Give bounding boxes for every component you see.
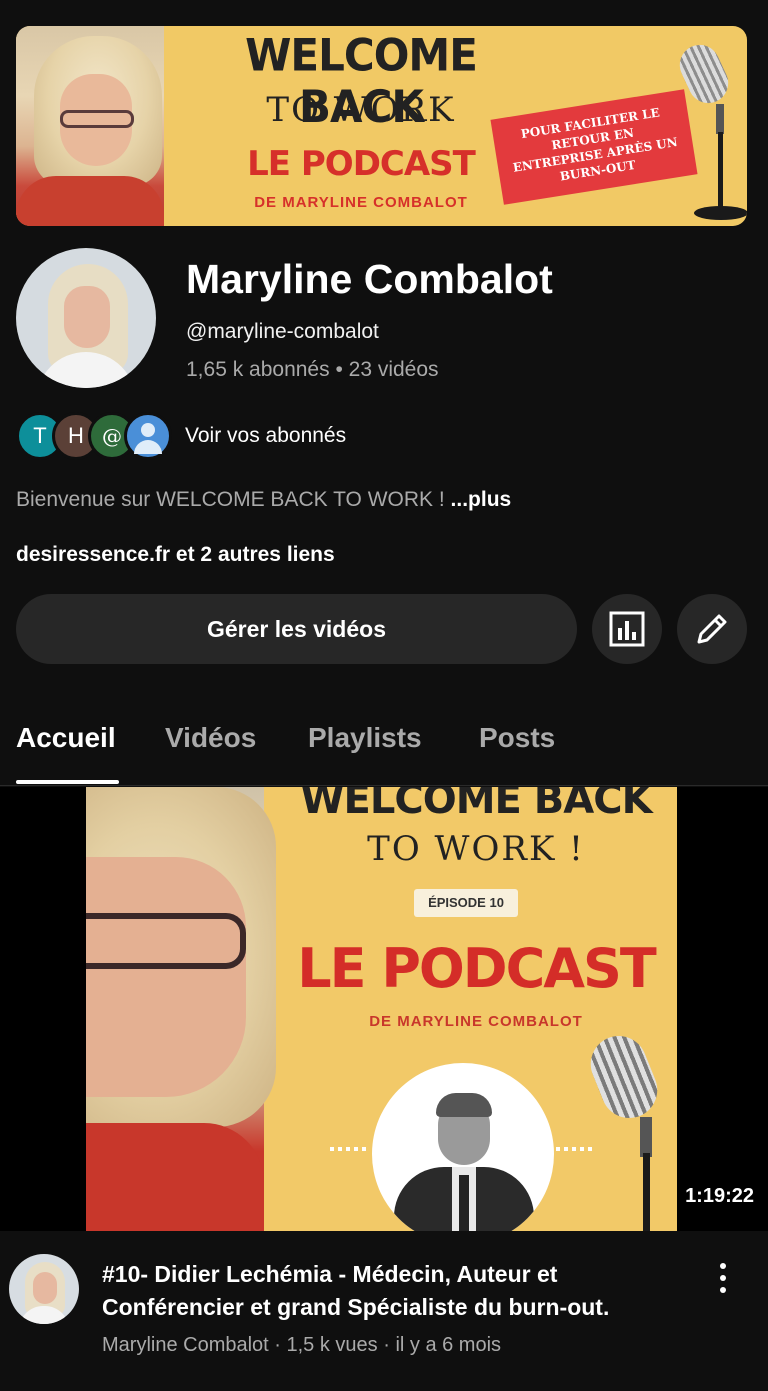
thumbnail-title: WELCOME BACK (300, 787, 652, 823)
channel-links[interactable]: desiressence.fr et 2 autres liens (16, 543, 335, 567)
channel-description[interactable]: Bienvenue sur WELCOME BACK TO WORK ! ...… (16, 488, 511, 512)
tab-accueil[interactable]: Accueil (16, 722, 116, 754)
guest-photo (372, 1063, 554, 1231)
banner-subtitle: TO WORK (266, 90, 456, 130)
video-channel-avatar[interactable] (9, 1254, 79, 1324)
tab-playlists[interactable]: Playlists (308, 722, 422, 754)
view-subscribers-row[interactable]: T H @ Voir vos abonnés (16, 412, 416, 460)
bar-chart-icon (609, 611, 645, 647)
channel-stats: 1,65 k abonnés • 23 vidéos (186, 358, 439, 381)
thumbnail-author: DE MARYLINE COMBALOT (369, 1013, 583, 1030)
description-text: Bienvenue sur WELCOME BACK TO WORK ! (16, 488, 451, 511)
decorative-dots (330, 1147, 370, 1151)
video-meta: Maryline Combalot · 1,5 k vues · il y a … (102, 1334, 502, 1356)
channel-handle: @maryline-combalot (186, 320, 379, 343)
manage-videos-button[interactable]: Gérer les vidéos (16, 594, 577, 664)
banner-host-photo (16, 26, 164, 226)
thumbnail-subtitle: TO WORK ! (367, 829, 585, 869)
channel-banner: WELCOME BACK TO WORK LE PODCAST DE MARYL… (16, 26, 747, 226)
thumbnail-podcast-label: LE PODCAST (297, 937, 657, 1000)
more-options-icon[interactable] (708, 1260, 738, 1296)
microphone-icon (582, 1027, 676, 1231)
tab-posts[interactable]: Posts (479, 722, 555, 754)
description-more-link[interactable]: ...plus (451, 488, 512, 511)
video-title[interactable]: #10- Didier Lechémia - Médecin, Auteur e… (102, 1258, 692, 1324)
channel-tabs: Accueil Vidéos Playlists Posts (0, 700, 768, 786)
banner-podcast-label: LE PODCAST (247, 144, 476, 184)
channel-avatar[interactable] (16, 248, 156, 388)
active-tab-indicator (16, 780, 119, 784)
thumbnail-host-photo (86, 787, 276, 1231)
banner-author: DE MARYLINE COMBALOT (254, 194, 468, 211)
featured-video-player[interactable]: WELCOME BACK TO WORK ! ÉPISODE 10 LE POD… (0, 787, 768, 1231)
video-thumbnail: WELCOME BACK TO WORK ! ÉPISODE 10 LE POD… (86, 787, 677, 1231)
analytics-button[interactable] (592, 594, 662, 664)
person-icon (124, 412, 172, 460)
video-duration: 1:19:22 (679, 1181, 760, 1212)
view-subscribers-link[interactable]: Voir vos abonnés (185, 424, 346, 448)
tab-videos[interactable]: Vidéos (165, 722, 256, 754)
episode-badge: ÉPISODE 10 (414, 889, 518, 917)
channel-name: Maryline Combalot (186, 256, 553, 302)
edit-channel-button[interactable] (677, 594, 747, 664)
pencil-icon (697, 614, 727, 644)
microphone-icon (673, 38, 747, 220)
